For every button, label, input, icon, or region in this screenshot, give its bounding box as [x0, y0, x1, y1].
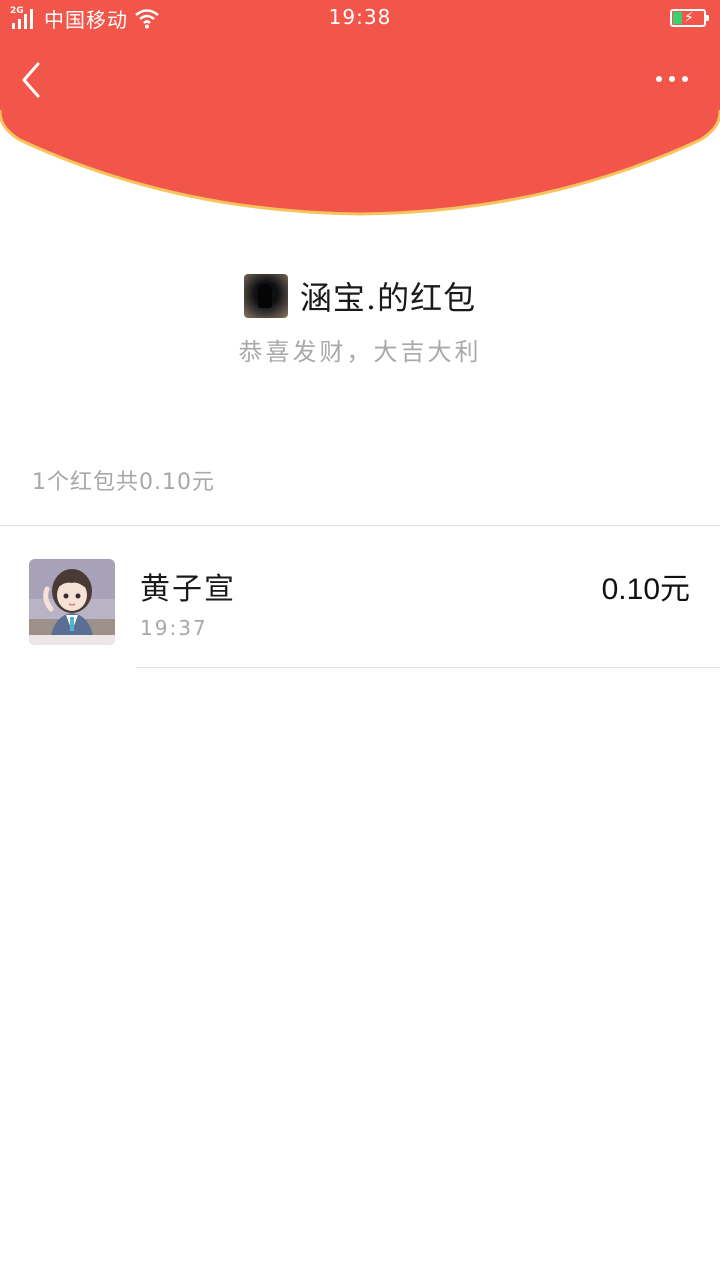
receiver-row[interactable]: 黄子宣 19:37 0.10元: [0, 526, 720, 668]
receiver-amount: 0.10元: [601, 573, 690, 606]
battery-icon: ⚡: [670, 9, 709, 27]
more-dot-icon: [682, 76, 688, 82]
sender-name: 涵宝.的红包: [299, 279, 477, 317]
receiver-avatar[interactable]: [29, 559, 115, 645]
divider: [136, 667, 720, 668]
status-time: 19:38: [328, 5, 392, 29]
more-dot-icon: [656, 76, 662, 82]
wish-text: 恭喜发财，大吉大利: [238, 338, 482, 366]
back-button[interactable]: [18, 58, 58, 102]
sender-avatar[interactable]: [243, 274, 288, 318]
receiver-name: 黄子宣: [140, 572, 236, 607]
summary-text: 1个红包共0.10元: [32, 470, 215, 495]
more-dot-icon: [669, 76, 675, 82]
sender-info: 涵宝.的红包: [0, 270, 720, 322]
header: 2G 中国移动 19:38 ⚡: [0, 0, 720, 220]
more-button[interactable]: [652, 66, 692, 92]
status-bar: 2G 中国移动 19:38 ⚡: [0, 0, 720, 36]
anime-girl-avatar-icon: [29, 559, 115, 645]
chevron-left-icon: [22, 62, 40, 98]
receiver-time: 19:37: [140, 616, 208, 640]
